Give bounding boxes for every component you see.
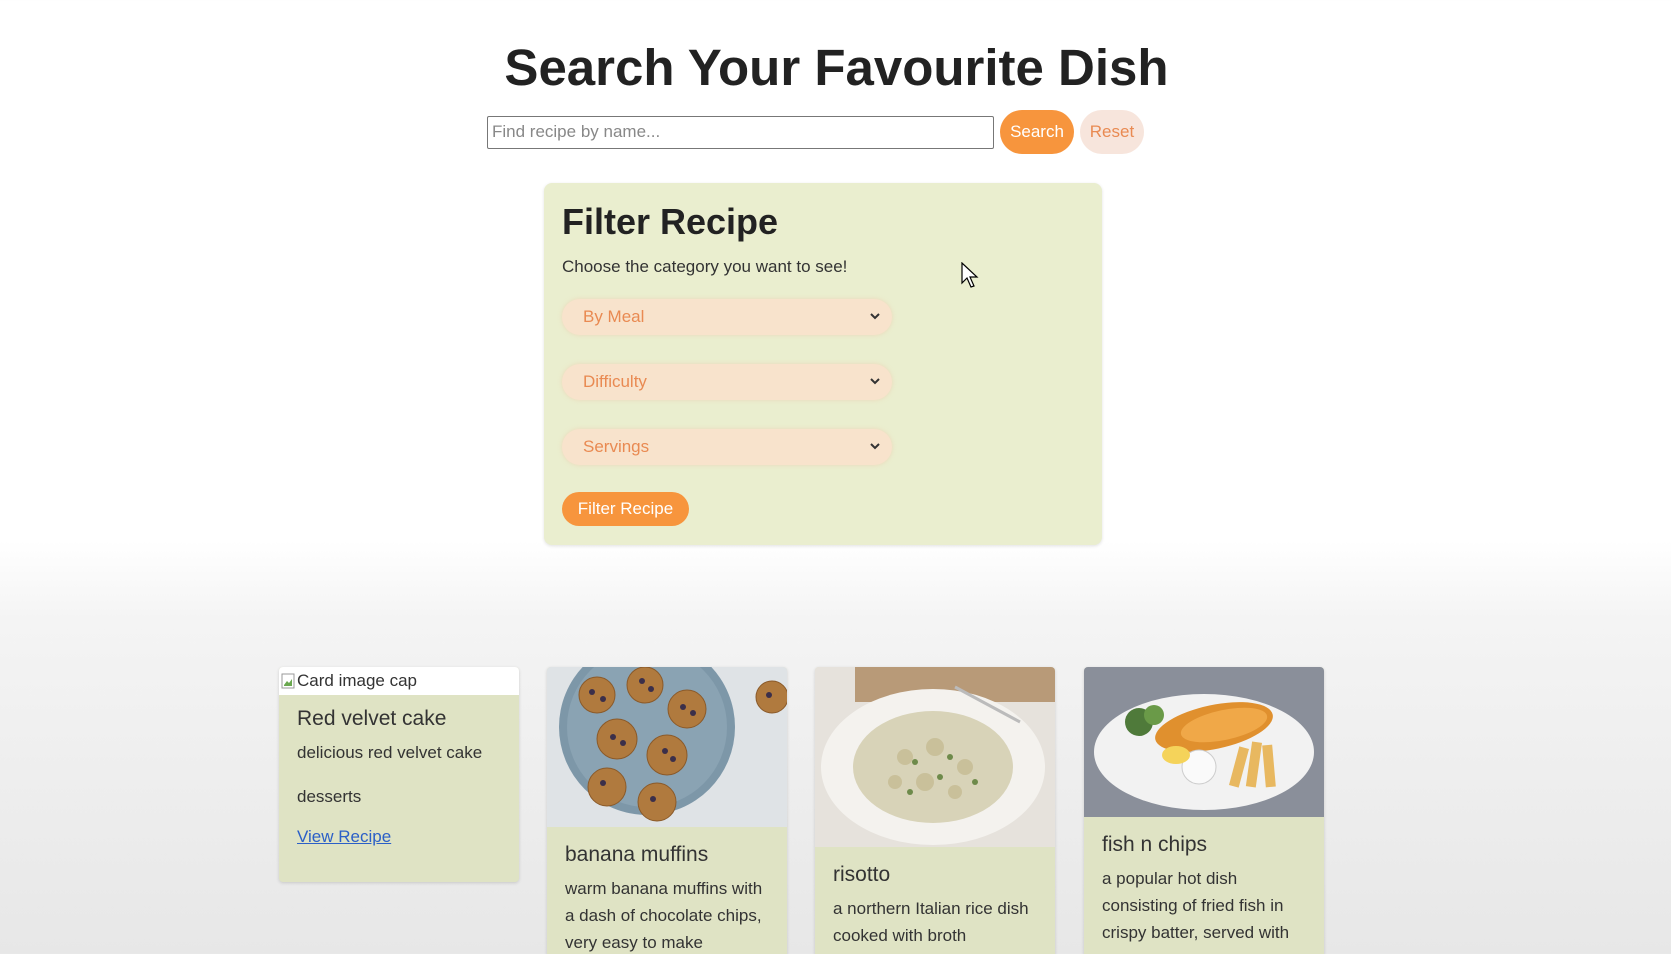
- recipe-card: fish n chips a popular hot dish consisti…: [1084, 667, 1324, 954]
- servings-select-value: Servings: [583, 437, 650, 456]
- difficulty-select[interactable]: Difficulty: [562, 364, 892, 400]
- recipe-card: risotto a northern Italian rice dish coo…: [815, 667, 1055, 954]
- card-image-alt: Card image cap: [297, 671, 418, 690]
- search-button[interactable]: Search: [1000, 110, 1074, 154]
- filter-recipe-button[interactable]: Filter Recipe: [562, 492, 689, 526]
- card-title: fish n chips: [1102, 833, 1208, 856]
- card-description: a popular hot dish consisting of fried f…: [1102, 869, 1290, 942]
- filter-title: Filter Recipe: [562, 201, 779, 242]
- meal-select-value: By Meal: [583, 307, 645, 326]
- recipe-card: Card image cap Red velvet cake delicious…: [279, 667, 519, 882]
- mouse-cursor-icon: [961, 262, 979, 288]
- card-description: a northern Italian rice dish cooked with…: [833, 899, 1029, 945]
- filter-panel: Filter Recipe Choose the category you wa…: [544, 183, 1102, 545]
- card-title: risotto: [833, 863, 891, 886]
- difficulty-select-value: Difficulty: [583, 372, 647, 391]
- page-title: Search Your Favourite Dish: [504, 39, 1169, 96]
- banana-muffins-image[interactable]: [547, 667, 787, 827]
- card-title: Red velvet cake: [297, 707, 447, 730]
- card-description: warm banana muffins with a dash of choco…: [565, 879, 763, 952]
- chevron-down-icon: [870, 313, 880, 320]
- servings-select[interactable]: Servings: [562, 429, 892, 465]
- search-input[interactable]: [487, 115, 994, 149]
- card-category: desserts: [297, 787, 362, 806]
- view-recipe-link[interactable]: View Recipe: [297, 827, 391, 846]
- recipe-card: banana muffins warm banana muffins with …: [547, 667, 787, 954]
- fish-n-chips-image[interactable]: [1084, 667, 1324, 817]
- filter-subtitle: Choose the category you want to see!: [562, 257, 848, 276]
- chevron-down-icon: [870, 443, 880, 450]
- card-title: banana muffins: [565, 843, 709, 866]
- broken-image-icon: [281, 673, 295, 689]
- card-image: Card image cap: [279, 667, 519, 695]
- risotto-image[interactable]: [815, 667, 1055, 847]
- reset-button[interactable]: Reset: [1080, 110, 1144, 154]
- search-bar: Search Reset: [487, 110, 1144, 154]
- card-description: delicious red velvet cake: [297, 743, 483, 762]
- chevron-down-icon: [870, 378, 880, 385]
- meal-select[interactable]: By Meal: [562, 299, 892, 335]
